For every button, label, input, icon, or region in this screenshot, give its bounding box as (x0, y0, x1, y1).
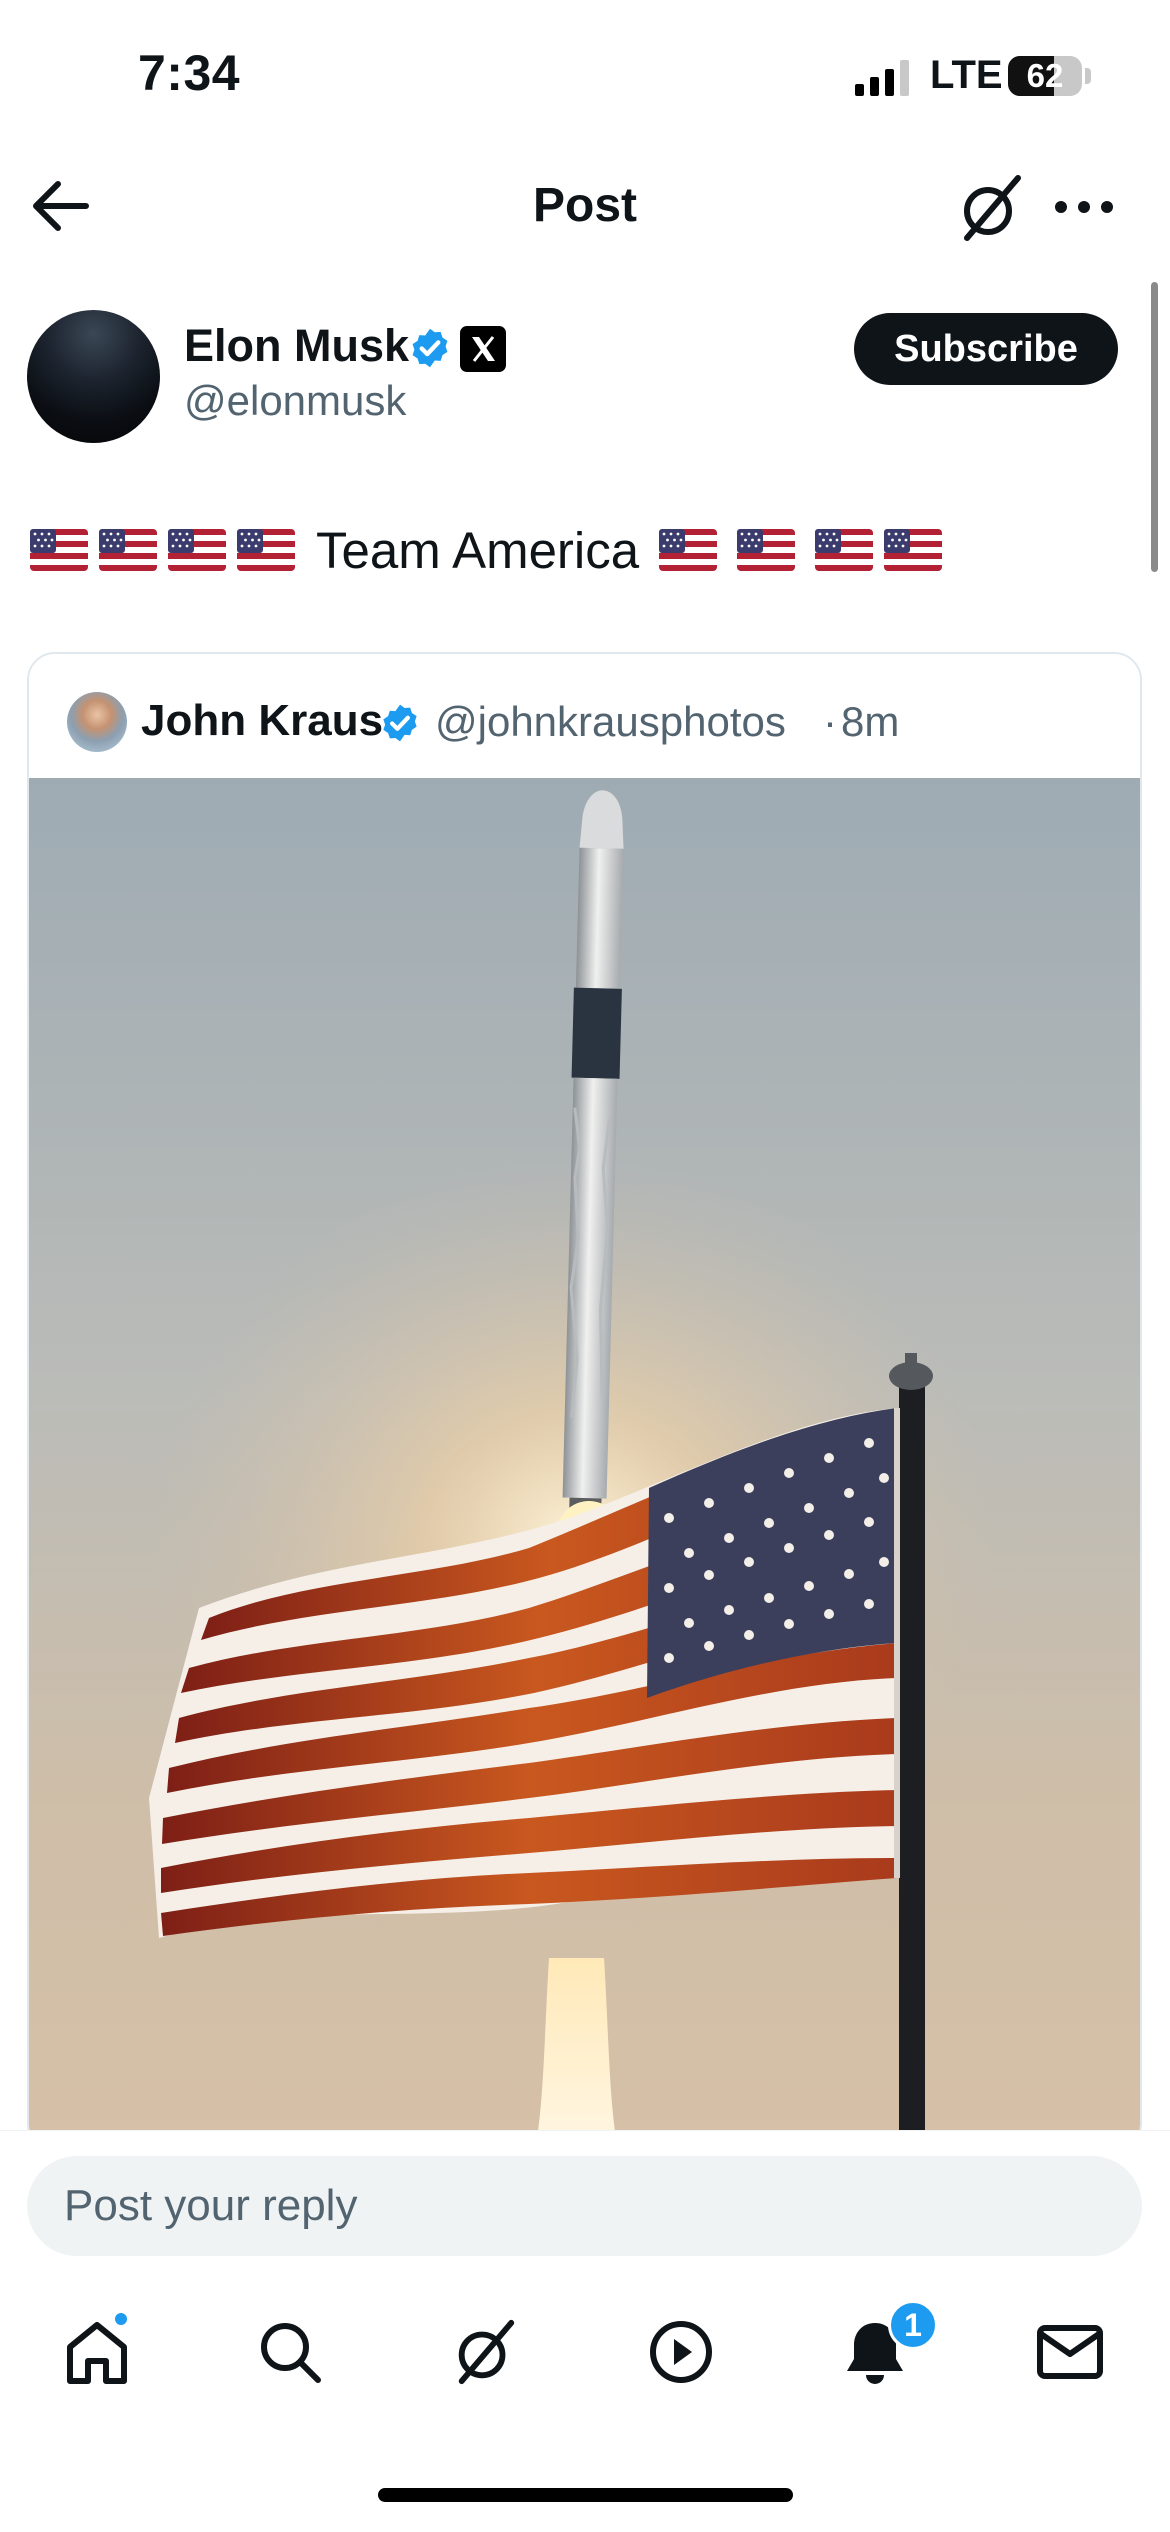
us-flag-icon (737, 529, 795, 571)
search-icon (261, 2323, 321, 2383)
tab-grok[interactable] (445, 2312, 525, 2392)
more-horizontal-icon (1055, 201, 1113, 213)
author-avatar[interactable] (27, 310, 160, 443)
battery-percent: 62 (1026, 57, 1064, 94)
video-icon (650, 2321, 712, 2383)
meta-separator: · (823, 698, 837, 745)
bottom-tab-bar: 1 (0, 2272, 1170, 2432)
home-unread-dot (112, 2310, 130, 2328)
status-bar: 7:34 LTE 62 (0, 0, 1170, 150)
more-options-button[interactable] (1052, 182, 1116, 232)
mail-icon (1037, 2325, 1103, 2379)
quoted-post-time: 8m (841, 698, 900, 745)
network-type: LTE (930, 53, 1003, 97)
tab-messages[interactable] (1030, 2312, 1110, 2392)
scroll-indicator[interactable] (1151, 282, 1158, 572)
reply-bar: Post your reply (0, 2130, 1170, 2272)
verified-badge-icon (379, 702, 421, 744)
home-indicator[interactable] (378, 2488, 793, 2502)
grok-button[interactable] (955, 172, 1027, 244)
quoted-author-avatar[interactable] (67, 692, 127, 752)
us-flag-icon (168, 529, 226, 571)
us-flag-icon (884, 529, 942, 571)
author-handle[interactable]: @elonmusk (184, 377, 406, 425)
subscribe-button[interactable]: Subscribe (854, 313, 1118, 385)
notifications-count-badge: 1 (888, 2300, 938, 2350)
post-header: Post (0, 160, 1170, 250)
author-name[interactable]: Elon Musk (184, 320, 409, 372)
x-logo-icon (460, 326, 506, 372)
us-flag-icon (815, 529, 873, 571)
verified-badge-icon (408, 326, 452, 370)
us-flag-icon (237, 529, 295, 571)
rocket-launch-image[interactable] (29, 778, 1142, 2152)
quoted-author-name[interactable]: John Kraus (141, 696, 383, 746)
reply-input[interactable]: Post your reply (27, 2156, 1142, 2256)
post-text: Team America (30, 520, 953, 580)
tab-video[interactable] (641, 2312, 721, 2392)
battery-nub (1085, 68, 1091, 84)
quoted-author-handle[interactable]: @johnkrausphotos (435, 698, 786, 746)
tab-search[interactable] (250, 2312, 330, 2392)
us-flag-icon (99, 529, 157, 571)
quoted-post-card[interactable]: John Kraus @johnkrausphotos · 8m (27, 652, 1142, 2152)
post-body: Team America (316, 521, 640, 579)
us-flag-icon (30, 529, 88, 571)
grok-icon (450, 2317, 520, 2387)
cellular-signal-icon (855, 60, 909, 96)
status-time: 7:34 (138, 45, 241, 101)
battery-icon: 62 (1008, 56, 1082, 96)
us-flag-icon (659, 529, 717, 571)
grok-icon (955, 172, 1027, 244)
